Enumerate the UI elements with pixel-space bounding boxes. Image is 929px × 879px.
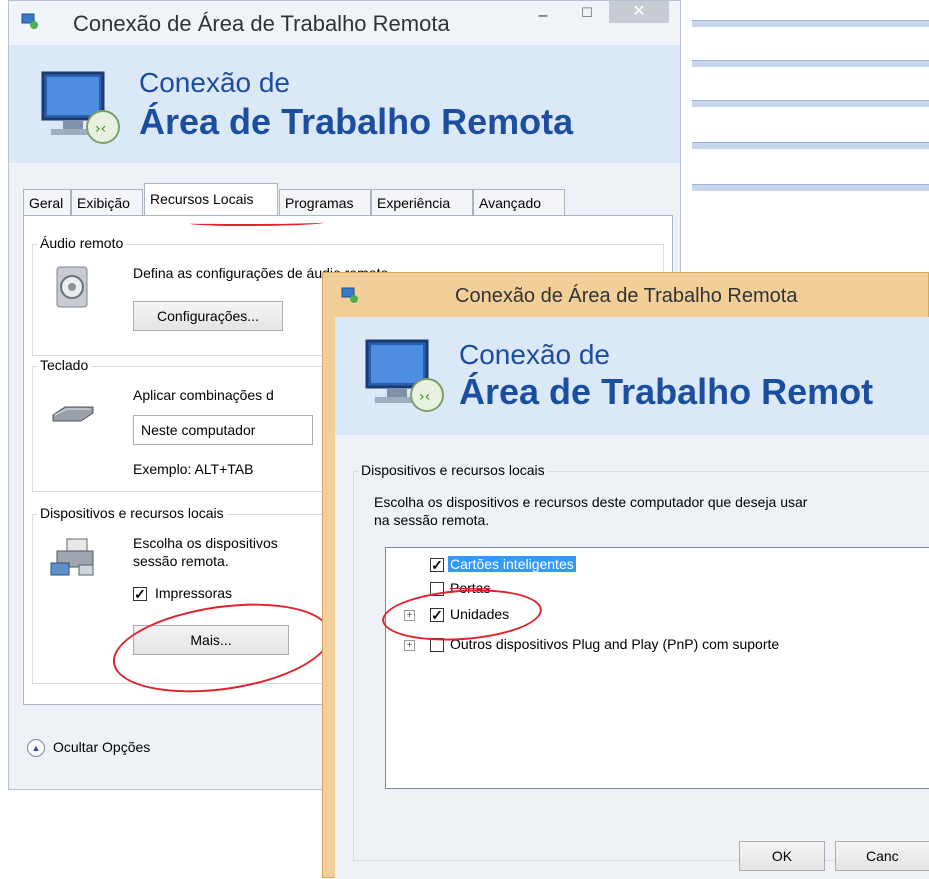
speaker-icon [56, 266, 88, 308]
devices-tree: ✓ Cartões inteligentes Portas + ✓ Unidad… [385, 547, 929, 789]
dialog-description-line1: Escolha os dispositivos e recursos deste… [374, 494, 808, 510]
keyboard-group-label: Teclado [37, 357, 92, 373]
dialog-description-line2: na sessão remota. [374, 512, 490, 528]
svg-text:›‹: ›‹ [95, 121, 106, 137]
audio-settings-button[interactable]: Configurações... [133, 301, 283, 331]
banner-subtitle: Conexão de [139, 67, 291, 98]
minimize-button[interactable]: – [531, 7, 555, 29]
background-divider [692, 100, 929, 107]
rdp-app-icon [341, 287, 358, 303]
banner: ›‹ Conexão de Área de Trabalho Remota [9, 45, 680, 163]
background-divider [692, 60, 929, 67]
background-divider [692, 20, 929, 27]
printers-label: Impressoras [155, 585, 233, 601]
rdp-app-icon [21, 13, 38, 29]
smart-cards-checkbox[interactable]: ✓ [430, 558, 444, 572]
keyboard-description: Aplicar combinações d [133, 387, 274, 403]
tab-exibicao[interactable]: Exibição [71, 189, 143, 215]
dialog-banner-subtitle: Conexão de [459, 339, 611, 370]
svg-text:›‹: ›‹ [419, 389, 430, 405]
title-bar: Conexão de Área de Trabalho Remota – ☐ ✕ [9, 1, 680, 45]
dialog-banner-title: Área de Trabalho Remot [459, 371, 874, 412]
tab-programas[interactable]: Programas [279, 189, 371, 215]
background-divider [692, 142, 929, 149]
window-title: Conexão de Área de Trabalho Remota [73, 11, 450, 36]
banner-title: Área de Trabalho Remota [139, 101, 574, 142]
pnp-expand-icon[interactable]: + [404, 640, 415, 651]
dialog-banner: ›‹ Conexão de Área de Trabalho Remot [335, 317, 929, 435]
devices-description-line2: sessão remota. [133, 553, 229, 569]
background-divider [692, 184, 929, 191]
dialog-group-label: Dispositivos e recursos locais [358, 462, 548, 478]
devices-description-line1: Escolha os dispositivos [133, 535, 278, 551]
audio-group-label: Áudio remoto [37, 235, 127, 251]
keyboard-icon [52, 406, 94, 422]
devices-group-label: Dispositivos e recursos locais [37, 505, 227, 521]
hide-options-link[interactable]: Ocultar Opções [53, 739, 150, 755]
tab-geral[interactable]: Geral [23, 189, 71, 215]
rdp-devices-dialog: Conexão de Área de Trabalho Remota ›‹ Co… [322, 272, 929, 879]
monitor-icon: ›‹ [41, 71, 120, 144]
hide-options-icon[interactable]: ▲ [27, 739, 45, 757]
tab-recursos-locais[interactable]: Recursos Locais [144, 183, 278, 217]
background-window [680, 0, 929, 260]
smart-cards-label[interactable]: Cartões inteligentes [448, 556, 576, 572]
cancel-button[interactable]: Canc [835, 841, 929, 871]
ok-button[interactable]: OK [739, 841, 825, 871]
monitor-icon: ›‹ [365, 339, 444, 412]
printers-checkbox[interactable]: ✓ [133, 587, 147, 601]
tab-avancado[interactable]: Avançado [473, 189, 565, 215]
pnp-label[interactable]: Outros dispositivos Plug and Play (PnP) … [450, 636, 779, 652]
devices-icon [50, 538, 94, 576]
tab-experiencia[interactable]: Experiência [371, 189, 473, 215]
keyboard-apply-select[interactable]: Neste computador [133, 415, 313, 445]
maximize-button[interactable]: ☐ [575, 5, 599, 27]
keyboard-example: Exemplo: ALT+TAB [133, 461, 254, 477]
close-button[interactable]: ✕ [609, 1, 669, 23]
dialog-title: Conexão de Área de Trabalho Remota [455, 285, 798, 307]
